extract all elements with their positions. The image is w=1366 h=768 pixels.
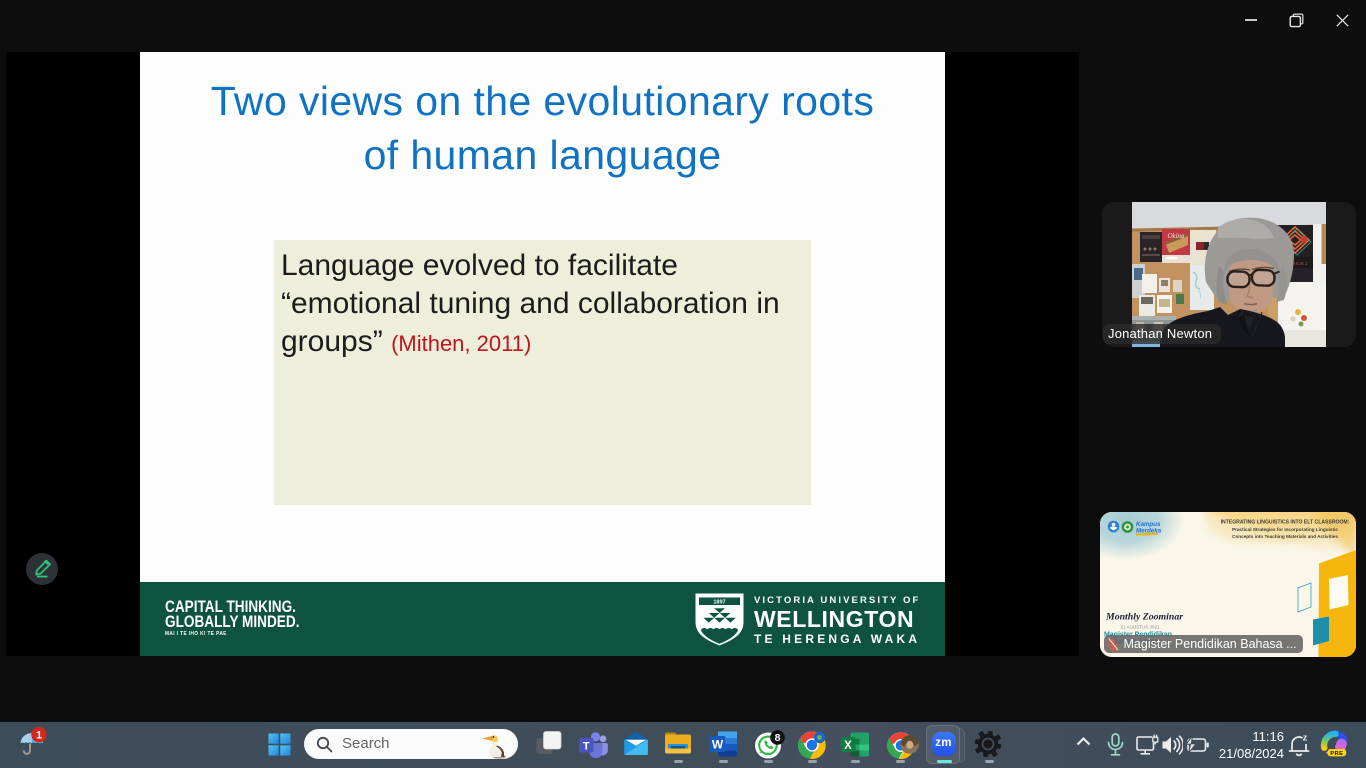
svg-text:8: 8	[775, 732, 781, 744]
svg-text:Okina: Okina	[1167, 232, 1185, 240]
svg-text:1897: 1897	[713, 600, 725, 606]
svg-text:Monthly Zoominar: Monthly Zoominar	[1105, 612, 1183, 623]
svg-text:z: z	[1303, 733, 1308, 744]
svg-text:X: X	[844, 740, 852, 752]
svg-text:Concepts into Teaching Materia: Concepts into Teaching Materials and Act…	[1232, 534, 1338, 539]
svg-text:INTEGRATING LINGUISTICS INTO E: INTEGRATING LINGUISTICS INTO ELT CLASSRO…	[1221, 520, 1350, 526]
svg-text:21 AGUSTUS 2021: 21 AGUSTUS 2021	[1120, 625, 1160, 630]
svg-text:T: T	[583, 740, 590, 752]
svg-text:PRE: PRE	[1330, 751, 1343, 757]
svg-text:1: 1	[36, 730, 42, 742]
svg-text:Practical Strategies for Incor: Practical Strategies for Incorporating L…	[1232, 527, 1338, 532]
svg-text:W: W	[712, 738, 724, 752]
